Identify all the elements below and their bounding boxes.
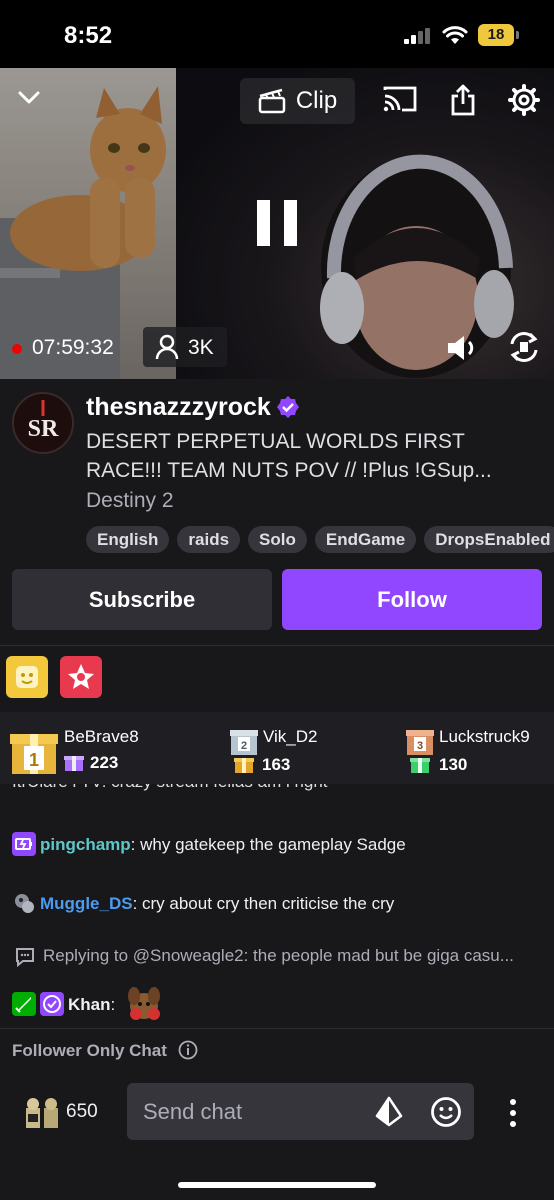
gift-leaderboard[interactable]: 1 BeBrave8 223 2 Vik_D2 163 3 Luckstruck… (0, 712, 554, 784)
channel-points-icon[interactable] (24, 1094, 62, 1130)
battery-indicator: 18 (478, 24, 519, 46)
leaderboard-name-1: BeBrave8 (64, 727, 139, 746)
clip-label: Clip (295, 87, 338, 114)
wifi-icon (442, 26, 468, 44)
emote-picker-icon[interactable] (430, 1096, 462, 1128)
chat-message[interactable]: pingchamp: why gatekeep the gameplay Sad… (12, 832, 406, 856)
status-bar: 8:52 18 (0, 0, 554, 68)
leaderboard-count-3: 130 (439, 755, 468, 774)
person-icon (155, 334, 179, 360)
leaderboard-name-2: Vik_D2 (263, 727, 318, 746)
cellular-signal-icon (404, 28, 430, 44)
live-indicator-dot (12, 344, 22, 354)
chat-input-placeholder: Send chat (143, 1099, 243, 1124)
tag-endgame[interactable]: EndGame (314, 526, 417, 553)
game-category[interactable]: Destiny 2 (86, 489, 174, 513)
info-icon[interactable] (178, 1040, 198, 1060)
extension-1[interactable] (6, 656, 48, 698)
tag-solo[interactable]: Solo (248, 526, 307, 553)
rotate-screen-icon[interactable] (508, 330, 540, 364)
svg-text:1: 1 (29, 750, 39, 770)
chat-username[interactable]: pingchamp (40, 835, 131, 854)
follower-only-label: Follower Only Chat (12, 1041, 167, 1060)
stream-uptime: 07:59:32 (32, 336, 114, 359)
home-indicator[interactable] (178, 1182, 376, 1188)
status-time: 8:52 (64, 22, 113, 49)
tag-raids[interactable]: raids (177, 526, 241, 553)
clip-button[interactable]: Clip (240, 78, 355, 124)
divider (0, 1028, 554, 1029)
subscribe-button[interactable]: Subscribe (12, 569, 272, 630)
leaderboard-count-1: 223 (90, 753, 119, 772)
muggle-badge-icon (12, 891, 36, 915)
channel-points-count: 650 (66, 1101, 98, 1122)
channel-logo: SR (14, 394, 72, 452)
video-player[interactable]: Clip 07:59:32 3K (0, 68, 554, 379)
reply-context[interactable]: Replying to @Snoweagle2: the people mad … (43, 946, 514, 966)
reply-icon (16, 948, 34, 968)
tag-list: English raids Solo EndGame DropsEnabled (86, 526, 554, 553)
chat-username[interactable]: Muggle_DS (40, 894, 133, 913)
divider (0, 645, 554, 646)
verified-badge-icon (277, 396, 299, 418)
svg-text:SR: SR (28, 416, 59, 442)
extension-face-icon (16, 666, 38, 688)
cast-icon[interactable] (382, 84, 418, 114)
volume-icon[interactable] (446, 333, 480, 363)
gift-green-icon (410, 758, 430, 773)
gift-rank-2-icon: 2 (230, 730, 258, 755)
moderator-badge-icon (12, 992, 36, 1016)
verified-chat-badge-icon (40, 992, 64, 1016)
chat-username[interactable]: Khan (68, 995, 111, 1014)
channel-name[interactable]: thesnazzzyrock (86, 393, 271, 422)
gift-purple-icon (64, 756, 84, 771)
chat-message-partial: ItrUlare i TV: crazy stream fellas am i … (12, 784, 542, 792)
chat-message[interactable]: Muggle_DS: cry about cry then criticise … (12, 891, 394, 915)
share-icon[interactable] (450, 84, 476, 116)
chevron-down-icon[interactable] (16, 84, 42, 110)
bits-icon[interactable] (375, 1096, 403, 1128)
follow-button[interactable]: Follow (282, 569, 542, 630)
prime-badge-icon (12, 832, 36, 856)
tag-english[interactable]: English (86, 526, 170, 553)
gift-rank-1-icon: 1 (10, 734, 58, 774)
extension-2[interactable] (60, 656, 102, 698)
leaderboard-name-3: Luckstruck9 (439, 727, 530, 746)
clapperboard-icon (258, 88, 286, 114)
chat-text: why gatekeep the gameplay Sadge (140, 835, 406, 854)
tag-dropsenabled[interactable]: DropsEnabled (424, 526, 554, 553)
svg-text:3: 3 (417, 740, 423, 752)
extension-star-icon (68, 664, 94, 689)
pause-icon[interactable] (257, 200, 299, 246)
leaderboard-count-2: 163 (262, 755, 291, 774)
gift-rank-3-icon: 3 (406, 730, 434, 755)
chat-text: cry about cry then criticise the cry (142, 894, 395, 913)
dog-boxing-emote-icon (127, 987, 160, 1020)
gift-gold-icon (234, 758, 254, 773)
stream-title: DESERT PERPETUAL WORLDS FIRST RACE!!! TE… (86, 430, 492, 482)
chat-message[interactable]: Khan: (12, 984, 164, 1022)
viewer-count: 3K (188, 336, 214, 359)
channel-avatar[interactable]: SR (12, 392, 74, 454)
gear-icon[interactable] (508, 84, 540, 116)
more-options-icon[interactable] (508, 1098, 518, 1128)
svg-text:2: 2 (241, 740, 247, 752)
